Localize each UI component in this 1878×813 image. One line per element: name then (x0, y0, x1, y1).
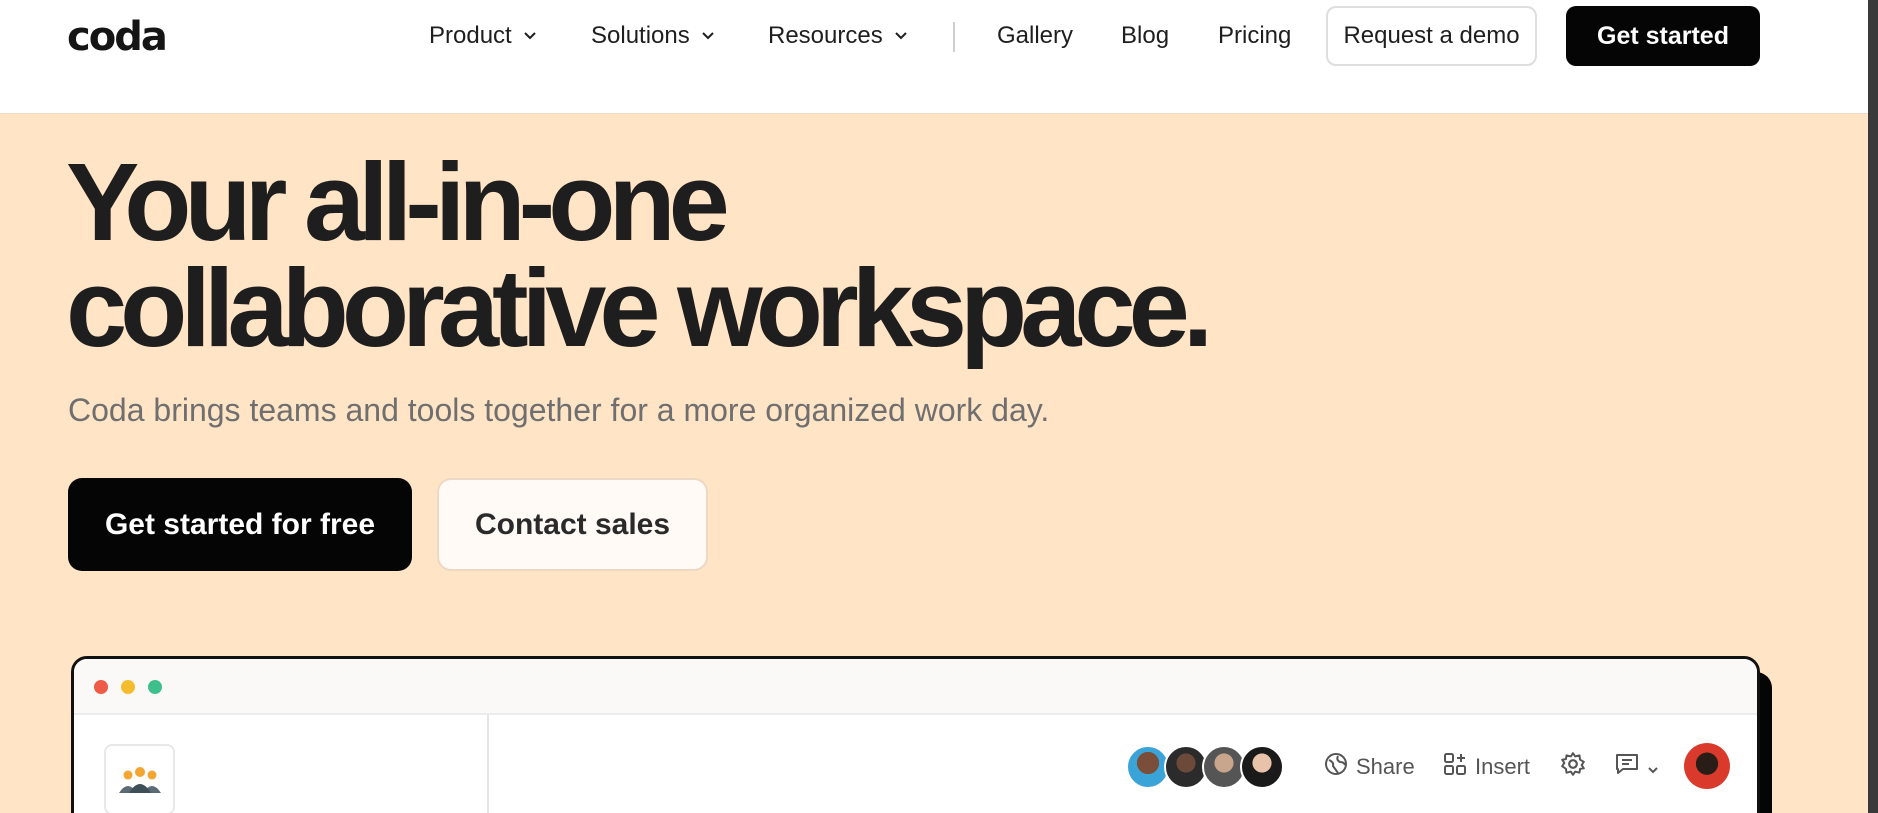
window-close-dot (94, 680, 108, 694)
nav-product-label: Product (429, 22, 512, 49)
team-icon[interactable] (104, 744, 175, 813)
chevron-down-icon (1648, 754, 1658, 780)
insert-label: Insert (1475, 754, 1531, 779)
chevron-down-icon (702, 30, 714, 42)
window-minimize-dot (121, 680, 135, 694)
get-started-button[interactable]: Get started (1566, 6, 1760, 66)
nav-blog[interactable]: Blog (1121, 20, 1169, 52)
grid-plus-icon (1443, 752, 1467, 782)
insert-button[interactable]: Insert (1443, 752, 1530, 782)
nav-resources[interactable]: Resources (768, 20, 907, 52)
nav-pricing[interactable]: Pricing (1218, 20, 1291, 52)
nav-gallery[interactable]: Gallery (997, 20, 1073, 52)
coda-logo[interactable]: coda (67, 14, 168, 60)
hero-title-line2: collaborative workspace. (66, 247, 1213, 370)
share-label: Share (1356, 754, 1415, 779)
nav-solutions-label: Solutions (591, 22, 690, 49)
preview-titlebar (74, 659, 1757, 715)
get-started-free-button[interactable]: Get started for free (68, 478, 412, 571)
chevron-down-icon (524, 30, 536, 42)
window-maximize-dot (148, 680, 162, 694)
request-demo-button[interactable]: Request a demo (1326, 6, 1537, 66)
avatar[interactable] (1240, 745, 1284, 789)
contact-sales-button[interactable]: Contact sales (437, 478, 708, 571)
hero-title-line1: Your all-in-one (66, 141, 730, 264)
nav-solutions[interactable]: Solutions (591, 20, 714, 52)
hero-subtitle: Coda brings teams and tools together for… (68, 392, 1050, 428)
hero-title: Your all-in-one collaborative workspace. (66, 141, 1466, 370)
gear-icon (1560, 751, 1586, 783)
app-preview-window: Share Insert (71, 656, 1760, 813)
share-button[interactable]: Share (1324, 752, 1415, 782)
site-header: coda Product Solutions Resources Gallery… (0, 0, 1868, 114)
chevron-down-icon (895, 30, 907, 42)
nav-divider (953, 22, 955, 52)
scrollbar[interactable] (1868, 0, 1878, 813)
comment-icon (1614, 752, 1640, 782)
nav-product[interactable]: Product (429, 20, 536, 52)
nav-resources-label: Resources (768, 22, 883, 49)
globe-icon (1324, 752, 1348, 782)
settings-button[interactable] (1560, 752, 1586, 782)
user-avatar[interactable] (1684, 743, 1730, 789)
comments-button[interactable] (1614, 752, 1658, 782)
